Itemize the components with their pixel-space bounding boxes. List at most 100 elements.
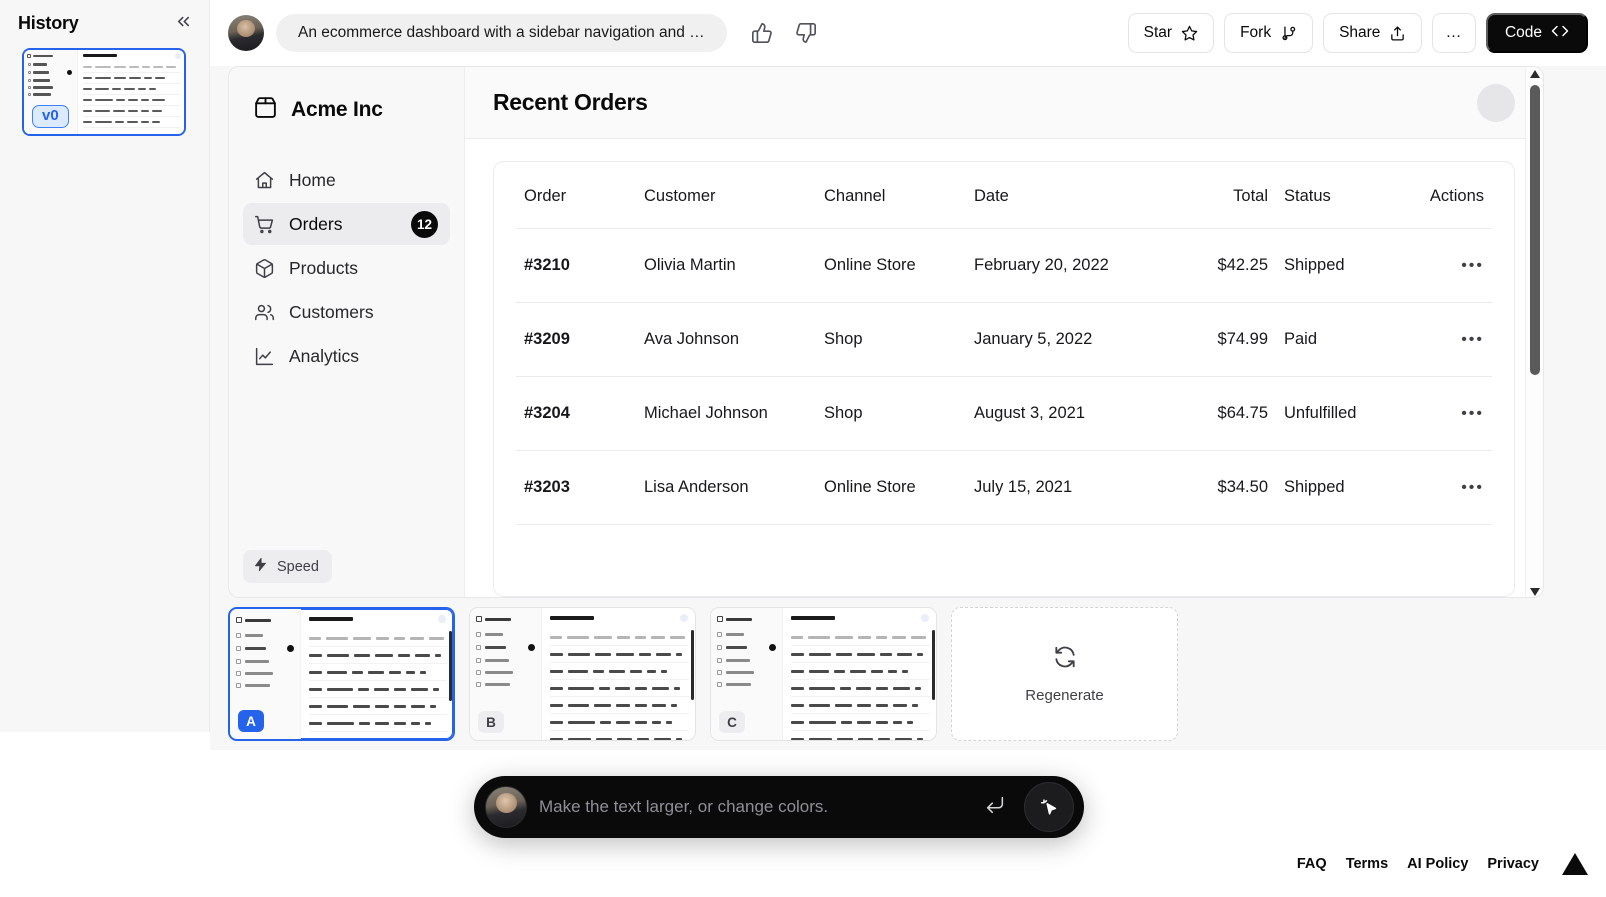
column-header-total[interactable]: Total [1166,162,1276,229]
nav-bar [33,63,47,66]
sidebar-item-analytics[interactable]: Analytics [243,335,450,377]
chevron-double-left-icon[interactable] [174,12,193,34]
speed-label: Speed [277,558,319,575]
variant-title-bar [309,617,354,621]
row-actions-button[interactable]: ••• [1461,479,1484,496]
variant-thumbnail-b[interactable]: B [469,607,696,741]
footer-link-privacy[interactable]: Privacy [1487,856,1539,872]
table-row [550,646,689,663]
variant-brand [476,616,535,622]
history-thumb-nav-item [28,63,74,66]
row-actions-button[interactable]: ••• [1461,257,1484,274]
nav-icon [28,93,31,96]
footer-link-faq[interactable]: FAQ [1297,856,1327,872]
column-header-customer[interactable]: Customer [636,162,816,229]
scrollbar-thumb[interactable] [1530,85,1540,375]
cell-channel: Online Store [816,228,966,303]
orders-count-badge: 12 [410,210,438,238]
column-header-channel[interactable]: Channel [816,162,966,229]
avatar [485,786,527,828]
variant-thumbnails: A B C Regenerate [228,607,1178,741]
preview-scrollbar[interactable] [1525,67,1543,597]
table-row [550,680,689,697]
cell-total: $42.25 [1166,228,1276,303]
app-brand[interactable]: Acme Inc [243,89,450,125]
nav-badge [67,70,73,75]
nav-bar [33,93,51,96]
sidebar-item-products[interactable]: Products [243,247,450,289]
sidebar-item-customers[interactable]: Customers [243,291,450,333]
app-sidebar: Acme Inc Home Orders 12 Products Custome… [229,67,465,597]
cell-date: July 15, 2021 [966,450,1166,525]
code-button-label: Code [1504,24,1542,41]
row-actions-button[interactable]: ••• [1461,331,1484,348]
table-row [309,664,447,681]
footer-link-ai-policy[interactable]: AI Policy [1407,856,1468,872]
prompt-chip[interactable]: An ecommerce dashboard with a sidebar na… [276,14,727,52]
avatar[interactable] [1477,83,1515,122]
history-thumb-nav-item [28,86,74,89]
cell-date: February 20, 2022 [966,228,1166,303]
table-row[interactable]: #3204 Michael Johnson Shop August 3, 202… [516,376,1492,451]
avatar [438,615,446,623]
orders-table-body: #3210 Olivia Martin Online Store Februar… [516,228,1492,525]
column-header-status[interactable]: Status [1276,162,1416,229]
variant-main [301,609,453,739]
cell-status: Unfulfilled [1276,376,1416,451]
chat-input[interactable] [539,797,972,817]
package-icon [236,617,242,623]
cell-total: $64.75 [1166,376,1276,451]
star-button[interactable]: Star [1127,13,1215,53]
nav-badge [528,644,535,651]
table-row [791,697,930,714]
column-header-date[interactable]: Date [966,162,1166,229]
app-main: Recent Orders Order Customer Channel Dat… [465,67,1543,597]
cell-channel: Shop [816,376,966,451]
variant-main [783,608,936,740]
variant-brand [236,617,294,623]
nav-icon [236,646,241,651]
row-actions-button[interactable]: ••• [1461,405,1484,422]
sidebar-item-label: Home [289,169,336,190]
variant-thumbnail-c[interactable]: C [710,607,937,741]
sparkle-cursor-icon[interactable] [1024,782,1074,832]
thumbs-up-icon[interactable] [751,22,773,44]
more-options-button[interactable]: … [1432,13,1476,53]
user-avatar[interactable] [228,15,264,51]
table-row[interactable]: #3203 Lisa Anderson Online Store July 15… [516,450,1492,525]
scroll-down-arrow-icon[interactable] [1529,585,1540,597]
fork-button[interactable]: Fork [1224,13,1314,53]
cell-status: Shipped [1276,228,1416,303]
nav-icon [476,658,481,663]
column-header-order[interactable]: Order [516,162,636,229]
vercel-triangle-logo[interactable] [1562,853,1588,875]
prompt-text: An ecommerce dashboard with a sidebar na… [298,24,705,41]
sidebar-item-label: Analytics [289,345,360,366]
sidebar-item-orders[interactable]: Orders 12 [243,203,450,245]
cell-date: January 5, 2022 [966,302,1166,377]
nav-icon [236,633,241,638]
cell-order: #3203 [516,450,636,525]
table-row [550,697,689,714]
table-row [83,84,180,95]
history-thumb-table [83,62,180,128]
thumbs-down-icon[interactable] [795,22,817,44]
table-row[interactable]: #3210 Olivia Martin Online Store Februar… [516,228,1492,303]
table-row[interactable]: #3209 Ava Johnson Shop January 5, 2022 $… [516,302,1492,377]
enter-return-icon[interactable] [984,794,1006,821]
share-button[interactable]: Share [1323,13,1423,53]
scroll-up-arrow-icon[interactable] [1529,67,1540,81]
sidebar-item-home[interactable]: Home [243,159,450,201]
variant-thumbnail-a[interactable]: A [228,607,455,741]
variant-brand [717,616,776,622]
star-icon [1181,25,1198,42]
footer-link-terms[interactable]: Terms [1346,856,1388,872]
nav-icon [28,79,31,82]
history-version-card[interactable]: v0 [22,48,186,136]
app-nav: Home Orders 12 Products Customers Analyt… [243,159,450,377]
regenerate-button[interactable]: Regenerate [951,607,1178,741]
table-row [550,663,689,680]
speed-badge[interactable]: Speed [243,550,332,583]
scrollbar-track[interactable] [1526,81,1543,585]
code-button[interactable]: Code [1485,13,1588,53]
